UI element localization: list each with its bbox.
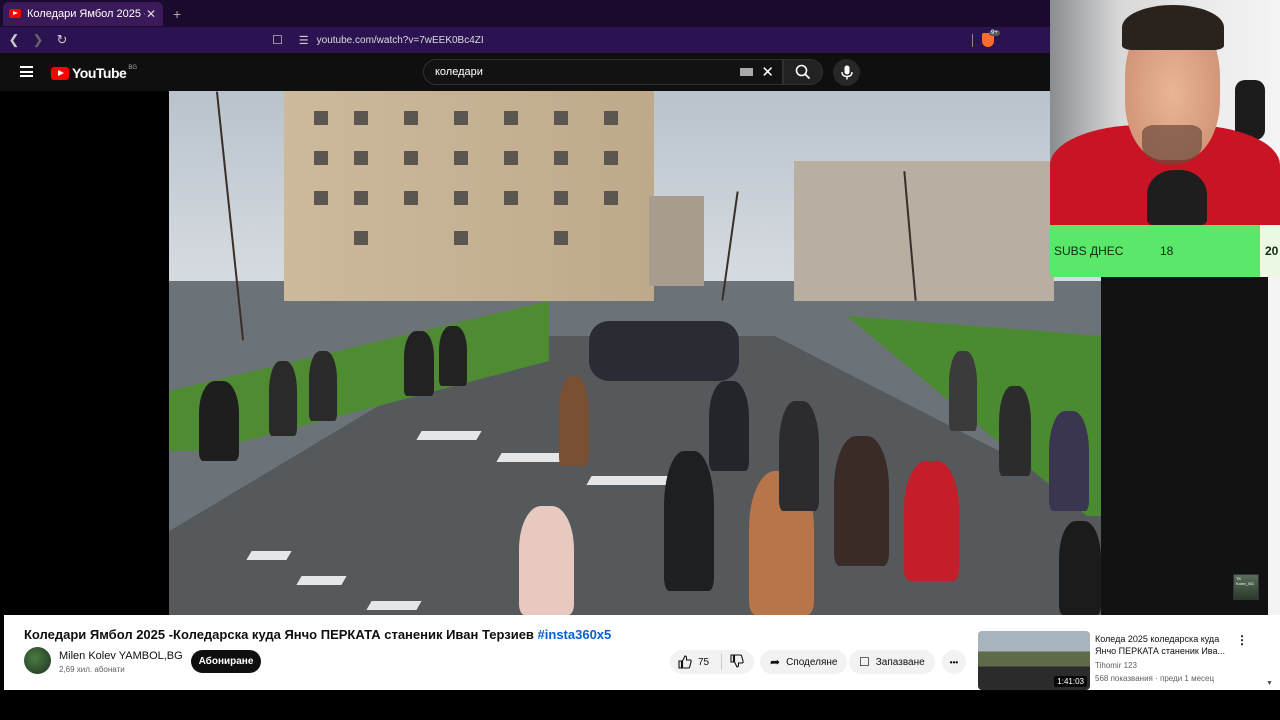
site-settings-icon[interactable]: ☰ — [299, 34, 309, 47]
video-person — [309, 351, 337, 421]
video-person — [779, 401, 819, 511]
search-box[interactable]: коледари ✕ — [423, 59, 783, 85]
keyboard-icon[interactable] — [740, 68, 754, 76]
scrollbar-down-arrow[interactable]: ▼ — [1266, 680, 1273, 687]
share-button[interactable]: ➦ Споделяне — [760, 650, 848, 674]
mini-thumbnail[interactable]: TK Kolev_BG — [1233, 574, 1259, 600]
save-label: Запазване — [875, 656, 925, 668]
video-person — [199, 381, 239, 461]
video-person — [404, 331, 434, 396]
subscribe-button[interactable]: Абониране — [191, 650, 261, 673]
video-person — [589, 321, 739, 381]
tab-title: Коледари Ямбол 2025 -Коледа — [27, 7, 145, 20]
video-person — [519, 506, 574, 615]
recommended-duration: 1:41:03 — [1054, 676, 1087, 687]
recommended-video[interactable]: 1:41:03 Коледа 2025 коледарска куда Янчо… — [978, 631, 1274, 691]
like-icon — [678, 655, 692, 669]
channel-name[interactable]: Milen Kolev YAMBOL,BG — [59, 650, 183, 662]
recommended-thumbnail[interactable]: 1:41:03 — [978, 631, 1090, 690]
video-player[interactable] — [169, 91, 1101, 615]
youtube-header: YouTube BG коледари ✕ — [0, 53, 1050, 91]
video-person — [949, 351, 977, 431]
youtube-play-icon — [51, 66, 69, 80]
reload-icon[interactable]: ↻ — [52, 32, 72, 48]
video-person — [904, 461, 959, 581]
subs-today-widget: SUBS ДНЕС 18 20 — [1050, 225, 1280, 277]
subs-today-count: 18 — [1160, 244, 1174, 258]
webcam-microphone — [1147, 170, 1207, 225]
video-info-panel: Коледари Ямбол 2025 -Коледарска куда Янч… — [4, 615, 1280, 690]
browser-addressbar: ❮ ❯ ↻ ☐ ☰ youtube.com/watch?v=7wEEK0Bc4Z… — [0, 27, 1050, 53]
video-title-text: Коледари Ямбол 2025 -Коледарска куда Янч… — [24, 627, 534, 642]
search-icon — [795, 64, 811, 80]
video-person — [559, 376, 589, 466]
share-label: Споделяне — [786, 656, 838, 668]
voice-search-button[interactable] — [833, 59, 860, 86]
save-button[interactable]: ☐ Запазване — [849, 650, 935, 674]
recommended-meta: 568 показвания · преди 1 месец — [1095, 674, 1215, 683]
like-dislike-pill: 75 — [670, 650, 754, 674]
back-icon[interactable]: ❮ — [4, 32, 24, 48]
forward-icon[interactable]: ❯ — [28, 32, 48, 48]
mic-icon — [840, 65, 853, 80]
like-count: 75 — [698, 656, 710, 668]
video-person — [1049, 411, 1089, 511]
new-tab-button[interactable]: + — [173, 6, 181, 22]
hamburger-icon[interactable] — [20, 66, 33, 77]
mini-thumbnail-text: TK Kolev_BG — [1236, 576, 1255, 586]
dislike-button[interactable] — [730, 653, 744, 671]
kebab-icon[interactable]: ⋮ — [1236, 633, 1248, 647]
youtube-wordmark: YouTube — [72, 65, 127, 81]
video-person — [1059, 521, 1101, 615]
channel-avatar[interactable] — [24, 647, 51, 674]
bookmark-icon[interactable]: ☐ — [272, 33, 283, 47]
tab-close-button[interactable]: ✕ — [145, 7, 157, 21]
url-field[interactable]: youtube.com/watch?v=7wEEK0Bc4ZI — [317, 35, 484, 46]
video-crosswalk — [246, 551, 292, 560]
right-panel-dark — [1101, 277, 1280, 615]
video-hashtag[interactable]: #insta360x5 — [538, 627, 612, 642]
country-code: BG — [128, 65, 137, 71]
youtube-logo[interactable]: YouTube BG — [51, 65, 137, 81]
video-building-right — [794, 161, 1054, 301]
recommended-channel[interactable]: Tihomir 123 — [1095, 661, 1137, 670]
search-button[interactable] — [783, 59, 823, 85]
browser-tabbar: Коледари Ямбол 2025 -Коледа ✕ + — [0, 0, 1050, 27]
browser-tab[interactable]: Коледари Ямбол 2025 -Коледа ✕ — [3, 1, 163, 26]
like-button[interactable]: 75 — [670, 654, 722, 670]
save-icon: ☐ — [859, 655, 870, 669]
recommended-title[interactable]: Коледа 2025 коледарска куда Янчо ПЕРКАТА… — [1095, 633, 1235, 657]
video-crosswalk — [296, 576, 347, 585]
video-building-distant — [649, 196, 704, 286]
right-panel-edge — [1268, 277, 1280, 615]
video-person — [439, 326, 467, 386]
video-person — [664, 451, 714, 591]
clear-icon[interactable]: ✕ — [761, 63, 774, 81]
subs-goal-count: 20 — [1265, 244, 1279, 258]
webcam-hair — [1122, 5, 1224, 50]
video-person — [834, 436, 889, 566]
video-building-left — [284, 91, 654, 301]
webcam-overlay — [1050, 0, 1280, 225]
more-icon: ••• — [949, 657, 959, 667]
subs-label: SUBS ДНЕС — [1054, 244, 1124, 258]
search-input[interactable]: коледари — [435, 66, 740, 78]
dislike-icon — [730, 653, 744, 668]
video-crosswalk — [586, 476, 672, 485]
more-actions-button[interactable]: ••• — [942, 650, 966, 674]
toolbar-divider — [972, 34, 973, 47]
share-icon: ➦ — [770, 655, 781, 669]
webcam-beard — [1142, 125, 1202, 165]
channel-subscribers: 2,69 хил. абонати — [59, 665, 125, 674]
youtube-favicon-icon — [9, 9, 21, 18]
video-person — [999, 386, 1031, 476]
video-title: Коледари Ямбол 2025 -Коледарска куда Янч… — [24, 627, 611, 642]
video-crosswalk — [416, 431, 482, 440]
video-person — [709, 381, 749, 471]
video-person — [269, 361, 297, 436]
shield-count-badge: 9+ — [989, 30, 1000, 36]
video-crosswalk — [366, 601, 422, 610]
